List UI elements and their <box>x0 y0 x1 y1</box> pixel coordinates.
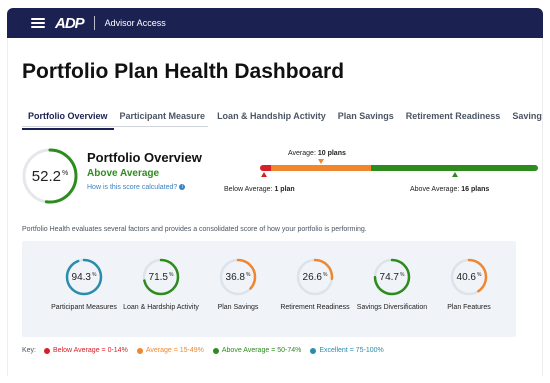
key-item: Below Average = 0-14% <box>44 347 128 354</box>
tab-underline <box>22 126 208 127</box>
key-swatch <box>136 347 143 354</box>
metric-ring: 71.5% <box>141 257 181 297</box>
dashboard-card: Portfolio Plan Health Dashboard Portfoli… <box>7 38 543 376</box>
distribution-average: Average: 10 plans <box>288 150 346 157</box>
distribution-above: Above Average: 16 plans <box>410 186 490 193</box>
metric-label: Loan & Hardship Activity <box>123 304 199 311</box>
metrics-panel: 94.3% Participant Measures 71.5% Loan & Har… <box>22 241 516 337</box>
overview-title: Portfolio Overview <box>87 150 202 165</box>
key-label: Average = 15-49% <box>145 347 204 354</box>
info-icon[interactable]: i <box>179 184 186 191</box>
metric-ring: 36.8% <box>218 257 258 297</box>
metric-value: 94.3% <box>71 271 97 283</box>
key-label: Excellent = 75-100% <box>319 347 384 354</box>
metric-loan-hardship-activity[interactable]: 71.5% Loan & Hardship Activity <box>121 257 201 313</box>
key-swatch <box>44 347 51 354</box>
top-nav-bar: ADP Advisor Access <box>7 8 543 38</box>
adp-logo[interactable]: ADP <box>55 15 85 32</box>
header-subtitle: Advisor Access <box>104 18 166 28</box>
metric-savings-diversification[interactable]: 74.7% Savings Diversification <box>352 257 432 313</box>
distribution-bar <box>260 165 538 171</box>
metric-value: 26.6% <box>302 271 328 283</box>
metric-value: 74.7% <box>379 271 405 283</box>
overview-score-value: 52.2% <box>31 167 69 185</box>
legend-key: Key: Below Average = 0-14% Average = 15-4… <box>22 347 393 354</box>
hamburger-menu-icon[interactable] <box>31 18 45 28</box>
metric-plan-features[interactable]: 40.6% Plan Features <box>429 257 509 313</box>
metric-label: Plan Savings <box>217 304 259 311</box>
metric-value: 36.8% <box>225 271 251 283</box>
tab-loan-handship-activity[interactable]: Loan & Handship Activity <box>211 108 332 130</box>
distribution-below: Below Average: 1 plan <box>224 186 295 193</box>
key-item: Average = 15-49% <box>136 347 204 354</box>
above-average-marker <box>452 172 458 177</box>
metric-participant-measures[interactable]: 94.3% Participant Measures <box>44 257 124 313</box>
average-marker <box>318 159 324 164</box>
metric-value: 40.6% <box>456 271 482 283</box>
metric-ring: 74.7% <box>372 257 412 297</box>
tab-retirement-readiness[interactable]: Retirement Readiness <box>400 108 507 130</box>
below-average-marker <box>261 172 267 177</box>
above-average-segment <box>371 165 538 171</box>
metric-ring: 40.6% <box>449 257 489 297</box>
key-label: Below Average = 0-14% <box>53 347 128 354</box>
average-segment <box>271 165 372 171</box>
tab-plan-savings[interactable]: Plan Savings <box>332 108 400 130</box>
key-swatch <box>212 347 219 354</box>
key-title: Key: <box>22 347 37 354</box>
key-item: Above Average = 50-74% <box>212 347 302 354</box>
metric-label: Plan Features <box>447 304 491 311</box>
overview-status: Above Average <box>87 168 160 179</box>
key-item: Excellent = 75-100% <box>310 347 384 354</box>
metric-label: Participant Measures <box>51 304 117 311</box>
page-title: Portfolio Plan Health Dashboard <box>22 60 345 83</box>
metric-ring: 26.6% <box>295 257 335 297</box>
metric-label: Savings Diversification <box>356 304 428 311</box>
score-calc-link[interactable]: How is this score calculated? i <box>87 184 186 191</box>
key-label: Above Average = 50-74% <box>221 347 302 354</box>
key-swatch <box>310 347 317 354</box>
header-divider <box>93 16 95 30</box>
below-average-segment <box>260 165 272 171</box>
portfolio-health-description: Portfolio Health evaluates several facto… <box>22 226 367 233</box>
metric-label: Retirement Readiness <box>280 304 350 311</box>
metric-plan-savings[interactable]: 36.8% Plan Savings <box>198 257 278 313</box>
tab-savings-d[interactable]: Savings D <box>506 108 542 130</box>
metric-ring: 94.3% <box>64 257 104 297</box>
metric-retirement-readiness[interactable]: 26.6% Retirement Readiness <box>275 257 355 313</box>
metric-value: 71.5% <box>148 271 174 283</box>
